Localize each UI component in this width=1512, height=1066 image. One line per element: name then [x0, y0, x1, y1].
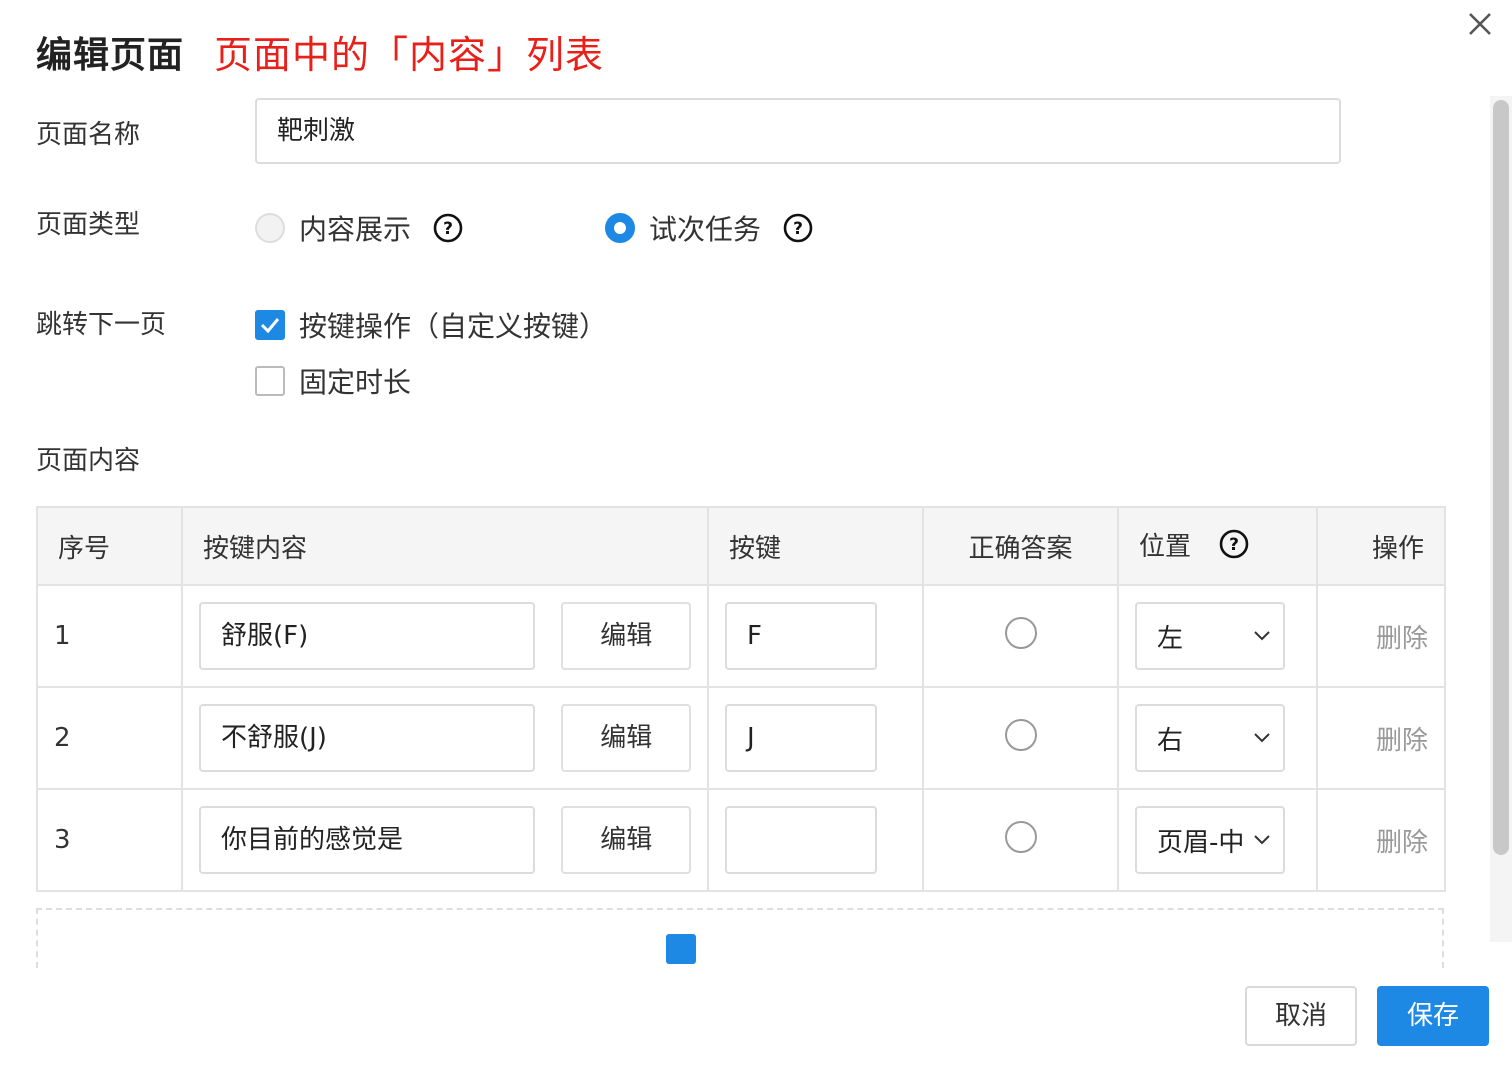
table-row: 3 你目前的感觉是 编辑 页眉-中 删除	[36, 788, 1446, 892]
help-icon[interactable]: ?	[783, 213, 813, 243]
header-position-label: 位置	[1139, 532, 1192, 562]
key-content-input[interactable]: 你目前的感觉是	[199, 806, 535, 874]
row-index: 1	[54, 621, 71, 651]
correct-answer-radio[interactable]	[1004, 820, 1037, 853]
annotation-text: 页面中的「内容」列表	[214, 33, 605, 77]
table-header-row: 序号 按键内容 按键 正确答案 位置 ? 操作	[36, 506, 1446, 586]
table-row: 2 不舒服(J) 编辑 J 右 删除	[36, 686, 1446, 790]
edit-button[interactable]: 编辑	[561, 602, 692, 670]
add-icon	[666, 934, 696, 964]
chevron-down-icon	[1254, 631, 1270, 641]
dialog-title: 编辑页面	[36, 35, 185, 76]
radio-option-trial-task[interactable]: 试次任务 ?	[605, 208, 813, 248]
header-index: 序号	[36, 506, 183, 586]
position-select[interactable]: 页眉-中	[1135, 806, 1285, 874]
page-content-label: 页面内容	[36, 446, 141, 476]
delete-link[interactable]: 删除	[1376, 828, 1428, 858]
radio-content-display[interactable]	[255, 213, 285, 243]
radio-option-content-display[interactable]: 内容展示 ?	[255, 208, 463, 248]
key-input[interactable]: F	[725, 602, 877, 670]
header-position: 位置 ?	[1117, 506, 1318, 586]
position-select-value: 左	[1157, 623, 1184, 654]
page-type-label: 页面类型	[36, 210, 141, 240]
header-correct-answer: 正确答案	[922, 506, 1119, 586]
key-input[interactable]	[725, 806, 877, 874]
save-button[interactable]: 保存	[1377, 986, 1489, 1046]
help-icon[interactable]: ?	[1219, 529, 1249, 566]
correct-answer-radio[interactable]	[1004, 718, 1037, 751]
radio-label-trial-task: 试次任务	[649, 213, 762, 246]
content-table: 序号 按键内容 按键 正确答案 位置 ? 操作 1 舒服(F) 编辑 F 左 删…	[36, 506, 1446, 892]
cancel-button[interactable]: 取消	[1245, 986, 1357, 1046]
radio-trial-task[interactable]	[605, 213, 635, 243]
radio-label-content-display: 内容展示	[299, 213, 412, 246]
key-content-input[interactable]: 舒服(F)	[199, 602, 535, 670]
svg-text:?: ?	[1229, 535, 1239, 555]
scrollbar-thumb[interactable]	[1493, 100, 1509, 855]
chevron-down-icon	[1254, 733, 1270, 743]
close-icon[interactable]	[1466, 10, 1494, 38]
position-select[interactable]: 右	[1135, 704, 1285, 772]
page-name-label: 页面名称	[36, 120, 141, 150]
checkbox-label-fixed-duration: 固定时长	[299, 366, 412, 399]
checkbox-key-action[interactable]	[255, 310, 285, 340]
key-content-input[interactable]: 不舒服(J)	[199, 704, 535, 772]
checkbox-fixed-duration[interactable]	[255, 366, 285, 396]
position-select-value: 右	[1157, 725, 1184, 756]
next-page-label: 跳转下一页	[36, 310, 167, 340]
table-row: 1 舒服(F) 编辑 F 左 删除	[36, 584, 1446, 688]
edit-button[interactable]: 编辑	[561, 704, 692, 772]
delete-link[interactable]: 删除	[1376, 726, 1428, 756]
header-action: 操作	[1316, 506, 1446, 586]
correct-answer-radio[interactable]	[1004, 616, 1037, 649]
checkbox-label-key-action: 按键操作（自定义按键）	[299, 310, 608, 343]
page-name-input[interactable]: 靶刺激	[255, 98, 1341, 164]
header-key: 按键	[707, 506, 924, 586]
position-select-value: 页眉-中	[1157, 827, 1245, 858]
delete-link[interactable]: 删除	[1376, 624, 1428, 654]
edit-button[interactable]: 编辑	[561, 806, 692, 874]
help-icon[interactable]: ?	[433, 213, 463, 243]
add-row-area[interactable]	[36, 908, 1444, 968]
svg-text:?: ?	[443, 219, 453, 239]
chevron-down-icon	[1254, 835, 1270, 845]
checkbox-row-key-action[interactable]: 按键操作（自定义按键）	[255, 305, 607, 345]
header-key-content: 按键内容	[181, 506, 709, 586]
position-select[interactable]: 左	[1135, 602, 1285, 670]
checkbox-row-fixed-duration[interactable]: 固定时长	[255, 361, 411, 401]
svg-text:?: ?	[793, 219, 803, 239]
key-input[interactable]: J	[725, 704, 877, 772]
row-index: 3	[54, 825, 71, 855]
row-index: 2	[54, 723, 71, 753]
